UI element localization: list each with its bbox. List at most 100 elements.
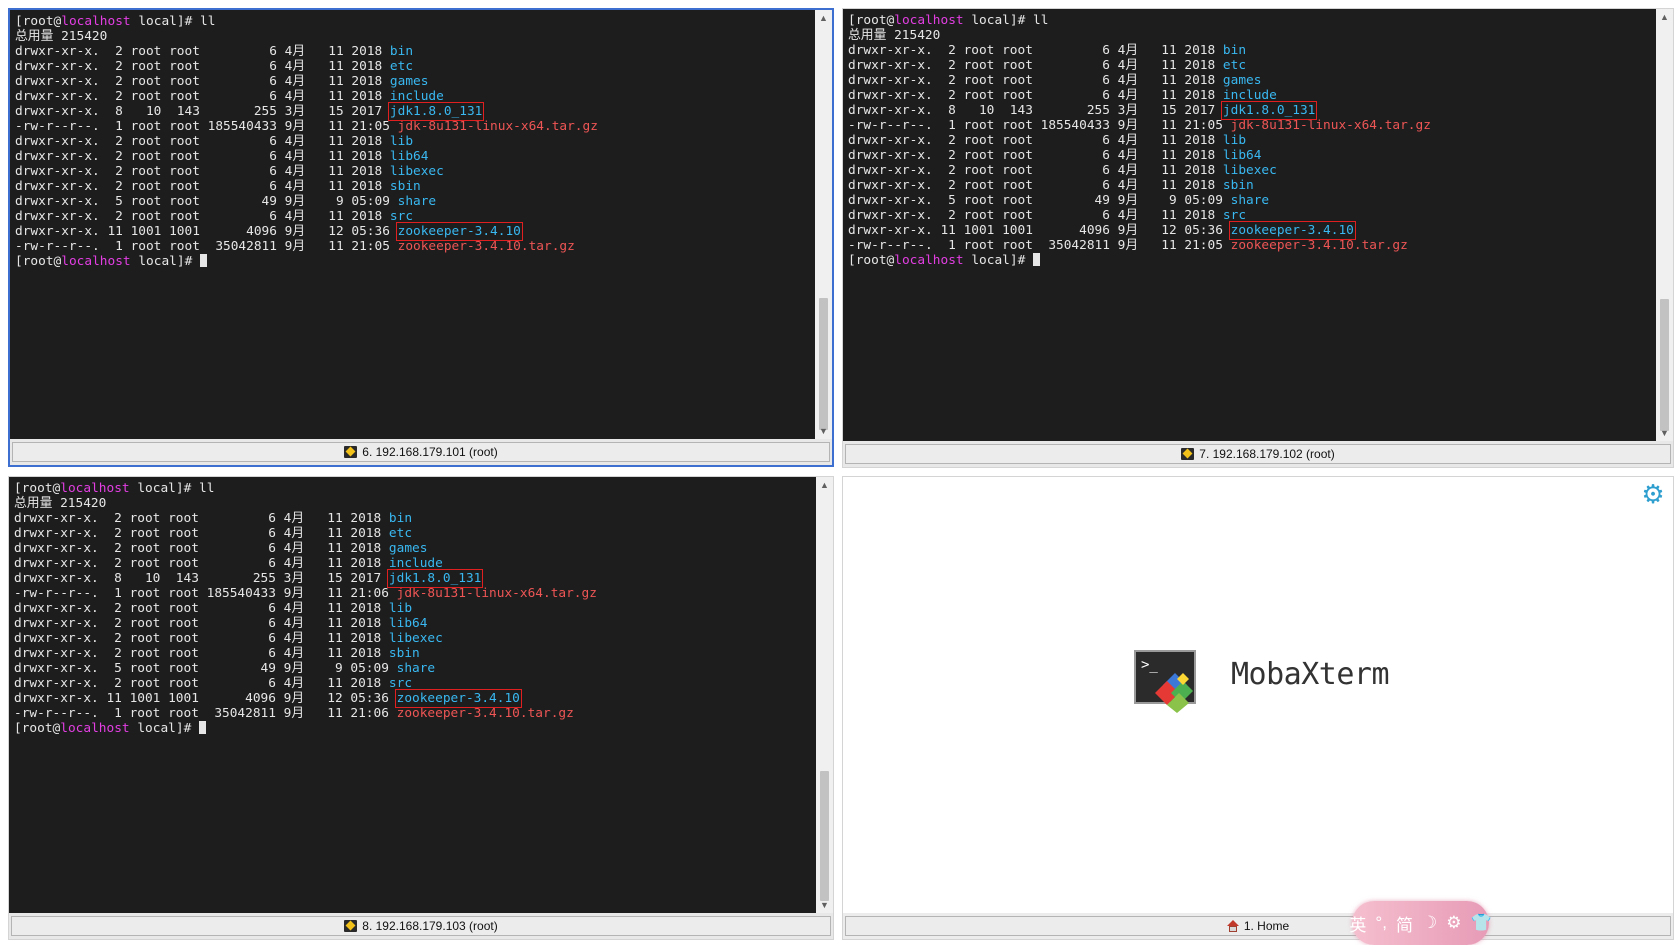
entry-meta: drwxr-xr-x. 2 root root 6 4月 11 2018 [848,148,1223,163]
entry-meta: drwxr-xr-x. 2 root root 6 4月 11 2018 [15,179,390,194]
entry-meta: drwxr-xr-x. 5 root root 49 9月 9 05:09 [14,661,397,676]
entry-meta: drwxr-xr-x. 2 root root 6 4月 11 2018 [14,541,389,556]
prompt-user: root [855,253,887,268]
gear-icon[interactable]: ⚙ [1639,480,1667,508]
entry-name: include [389,89,444,104]
prompt-dir: local [971,13,1010,28]
terminal-output[interactable]: [root@localhost local]# ll 总用量 215420 dr… [843,9,1656,441]
entry-name: lib [389,134,414,149]
terminal-cursor [1032,253,1040,266]
entry-name: etc [1222,58,1247,73]
entry-name: jdk1.8.0_131 [1220,101,1318,120]
prompt-user: root [22,254,54,269]
scrollbar-thumb[interactable] [820,771,829,901]
session-tab[interactable]: 8. 192.168.179.103 (root) [11,916,831,936]
scroll-up-arrow-icon[interactable]: ▲ [815,10,832,26]
entry-name: jdk-8u131-linux-x64.tar.gz [396,586,597,601]
home-pane: ⚙ >_ MobaXterm 1. Home [842,476,1674,940]
entry-name: share [1230,193,1270,208]
ssh-session-icon [344,920,358,932]
terminal-text: [root@localhost local]# ll 总用量 215420 dr… [15,14,598,269]
entry-name: games [1222,73,1262,88]
entry-meta: -rw-r--r--. 1 root root 35042811 9月 11 2… [14,706,397,721]
entry-name: src [389,209,414,224]
entry-meta: drwxr-xr-x. 2 root root 6 4月 11 2018 [14,601,389,616]
entry-name: bin [1222,43,1247,58]
entry-meta: drwxr-xr-x. 2 root root 6 4月 11 2018 [848,58,1223,73]
entry-meta: drwxr-xr-x. 2 root root 6 4月 11 2018 [14,511,389,526]
shirt-icon[interactable]: 👕 [1470,913,1491,933]
entry-meta: drwxr-xr-x. 2 root root 6 4月 11 2018 [15,74,390,89]
entry-meta: drwxr-xr-x. 11 1001 1001 4096 9月 12 05:3… [15,224,398,239]
entry-meta: drwxr-xr-x. 5 root root 49 9月 9 05:09 [848,193,1231,208]
terminal-pane-1[interactable]: [root@localhost local]# ll 总用量 215420 dr… [8,8,834,467]
terminal-pane-2[interactable]: [root@localhost local]# ll 总用量 215420 dr… [842,8,1674,468]
entry-meta: drwxr-xr-x. 2 root root 6 4月 11 2018 [14,631,389,646]
entry-meta: drwxr-xr-x. 8 10 143 255 3月 15 2017 [15,104,390,119]
terminal-text: [root@localhost local]# ll 总用量 215420 dr… [14,481,597,736]
entry-name: lib64 [389,149,429,164]
home-tab[interactable]: 1. Home [845,916,1671,936]
vertical-scrollbar[interactable]: ▲ ▼ [815,10,832,439]
ime-toolbar[interactable]: 英 °, 简 ☽ ⚙ 👕 [1349,901,1492,945]
scroll-up-arrow-icon[interactable]: ▲ [816,477,833,493]
entry-meta: -rw-r--r--. 1 root root 185540433 9月 11 … [15,119,398,134]
session-tab[interactable]: 7. 192.168.179.102 (root) [845,444,1671,464]
gear-icon[interactable]: ⚙ [1446,913,1461,933]
entry-meta: drwxr-xr-x. 2 root root 6 4月 11 2018 [14,676,389,691]
ime-mode-toggle[interactable]: 简 [1396,911,1413,936]
svg-text:>_: >_ [1141,657,1158,673]
ime-language-toggle[interactable]: 英 [1349,911,1366,936]
entry-name: bin [389,44,414,59]
prompt-dir: local [971,253,1010,268]
entry-name: jdk1.8.0_131 [386,569,484,588]
entry-name: jdk1.8.0_131 [387,102,485,121]
entry-name: share [397,194,437,209]
entry-meta: drwxr-xr-x. 2 root root 6 4月 11 2018 [15,59,390,74]
session-tab-label: 6. 192.168.179.101 (root) [362,445,498,459]
scrollbar-thumb[interactable] [819,298,828,430]
terminal-cursor [199,254,207,267]
entry-meta: drwxr-xr-x. 2 root root 6 4月 11 2018 [848,208,1223,223]
entry-name: zookeeper-3.4.10 [1228,221,1356,240]
punctuation-icon[interactable]: °, [1375,913,1387,933]
prompt-user: root [21,481,53,496]
entry-name: zookeeper-3.4.10 [395,222,523,241]
entry-meta: drwxr-xr-x. 2 root root 6 4月 11 2018 [15,134,390,149]
entry-name: include [388,556,443,571]
vertical-scrollbar[interactable]: ▲ ▼ [1656,9,1673,441]
ssh-session-icon [344,446,358,458]
entry-meta: -rw-r--r--. 1 root root 35042811 9月 11 2… [15,239,398,254]
entry-name: zookeeper-3.4.10.tar.gz [397,239,575,254]
prompt-dir: local [138,254,177,269]
entry-meta: drwxr-xr-x. 8 10 143 255 3月 15 2017 [848,103,1223,118]
terminal-output[interactable]: [root@localhost local]# ll 总用量 215420 dr… [9,477,816,913]
terminal-output[interactable]: [root@localhost local]# ll 总用量 215420 dr… [10,10,815,439]
terminal-cursor [198,721,206,734]
scrollbar-thumb[interactable] [1660,299,1669,431]
scroll-down-arrow-icon[interactable]: ▼ [815,423,832,439]
terminal-pane-3[interactable]: [root@localhost local]# ll 总用量 215420 dr… [8,476,834,940]
prompt-dir: local [137,481,176,496]
entry-name: libexec [389,164,444,179]
prompt-host: localhost [61,254,131,269]
entry-meta: drwxr-xr-x. 11 1001 1001 4096 9月 12 05:3… [848,223,1231,238]
scroll-down-arrow-icon[interactable]: ▼ [1656,425,1673,441]
entry-name: libexec [1222,163,1277,178]
session-tab[interactable]: 6. 192.168.179.101 (root) [12,442,830,462]
vertical-scrollbar[interactable]: ▲ ▼ [816,477,833,913]
ssh-session-icon [1181,448,1195,460]
entry-meta: drwxr-xr-x. 2 root root 6 4月 11 2018 [15,164,390,179]
entry-name: games [388,541,428,556]
entry-meta: drwxr-xr-x. 2 root root 6 4月 11 2018 [14,556,389,571]
prompt-user: root [855,13,887,28]
moon-icon[interactable]: ☽ [1422,913,1437,933]
scroll-down-arrow-icon[interactable]: ▼ [816,897,833,913]
entry-meta: drwxr-xr-x. 2 root root 6 4月 11 2018 [848,163,1223,178]
scroll-up-arrow-icon[interactable]: ▲ [1656,9,1673,25]
brand-name: MobaXterm [1231,657,1390,692]
entry-meta: drwxr-xr-x. 2 root root 6 4月 11 2018 [14,526,389,541]
prompt-host: localhost [894,253,964,268]
session-tab-label: 7. 192.168.179.102 (root) [1199,447,1335,461]
terminal-text: [root@localhost local]# ll 总用量 215420 dr… [848,13,1431,268]
